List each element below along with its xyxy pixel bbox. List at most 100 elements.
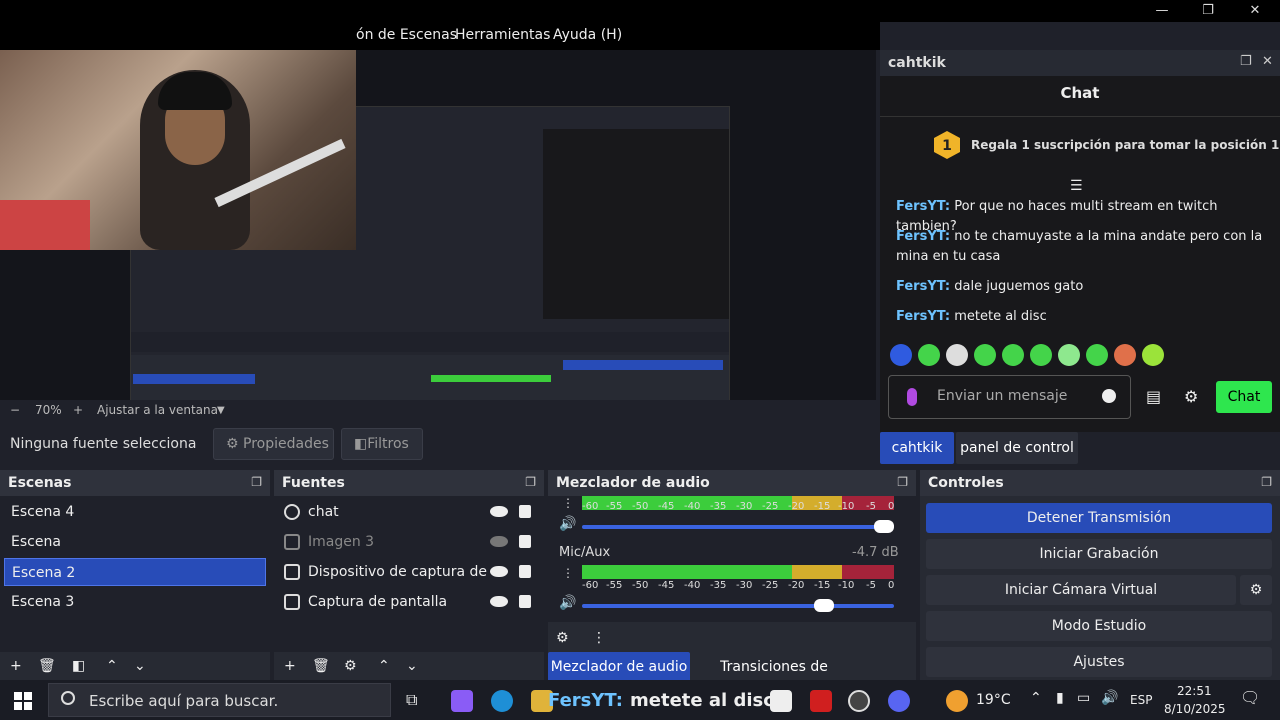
chat-username[interactable]: FersYT: bbox=[896, 229, 950, 244]
add-icon[interactable]: + bbox=[10, 658, 22, 674]
eye-hidden-icon[interactable] bbox=[490, 536, 508, 547]
menu-help[interactable]: Ayuda (H) bbox=[553, 27, 622, 43]
tab-cahtkik[interactable]: cahtkik bbox=[880, 432, 954, 464]
emote-icon[interactable] bbox=[1058, 344, 1080, 366]
lock-icon[interactable] bbox=[519, 565, 531, 578]
chat-username[interactable]: FersYT: bbox=[896, 309, 950, 324]
stop-streaming-button[interactable]: Detener Transmisión bbox=[926, 503, 1272, 533]
tab-audio-mixer[interactable]: Mezclador de audio bbox=[548, 652, 690, 682]
taskbar-search[interactable] bbox=[48, 683, 391, 717]
emote-icon[interactable] bbox=[1142, 344, 1164, 366]
chevron-down-icon[interactable]: ▼ bbox=[217, 405, 225, 416]
close-icon[interactable]: ✕ bbox=[1240, 2, 1270, 20]
scene-item[interactable]: Escena 3 bbox=[4, 588, 266, 616]
network-icon[interactable]: ▭ bbox=[1077, 690, 1090, 706]
obs-icon[interactable] bbox=[848, 690, 870, 712]
lock-icon[interactable] bbox=[519, 595, 531, 608]
volume-icon[interactable]: 🔊 bbox=[1101, 690, 1118, 706]
speaker-icon[interactable]: 🔊 bbox=[559, 516, 576, 532]
source-item[interactable]: Captura de pantalla bbox=[284, 588, 539, 616]
emoji-icon[interactable] bbox=[1102, 389, 1116, 403]
virtual-camera-settings-button[interactable]: ⚙ bbox=[1240, 575, 1272, 605]
chat-username[interactable]: FersYT: bbox=[896, 199, 950, 214]
clock-time[interactable]: 22:51 bbox=[1177, 684, 1212, 698]
netflix-icon[interactable] bbox=[810, 690, 832, 712]
eye-icon[interactable] bbox=[490, 596, 508, 607]
task-view-icon[interactable]: ⧉ bbox=[406, 690, 428, 712]
zoom-out-icon[interactable]: − bbox=[10, 403, 20, 417]
menu-scene-collection[interactable]: ón de Escenas bbox=[356, 27, 457, 43]
undock-icon[interactable]: ❐ bbox=[1261, 475, 1272, 489]
more-icon[interactable]: ⋮ bbox=[562, 496, 574, 510]
add-icon[interactable]: + bbox=[284, 658, 296, 674]
discord-icon[interactable] bbox=[888, 690, 910, 712]
chevron-up-icon[interactable]: ⌃ bbox=[378, 658, 390, 674]
eye-icon[interactable] bbox=[490, 506, 508, 517]
chat-send-button[interactable]: Chat bbox=[1216, 381, 1272, 413]
language-indicator[interactable]: ESP bbox=[1130, 693, 1152, 707]
emote-icon[interactable] bbox=[1086, 344, 1108, 366]
edge-icon[interactable] bbox=[491, 690, 513, 712]
gear-icon[interactable]: ⚙ bbox=[344, 658, 357, 674]
chevron-down-icon[interactable]: ⌄ bbox=[134, 658, 146, 674]
source-item[interactable]: Dispositivo de captura de video bbox=[284, 558, 539, 586]
volume-slider[interactable] bbox=[582, 599, 894, 612]
undock-icon[interactable]: ❐ bbox=[525, 475, 536, 489]
maximize-icon[interactable]: ❐ bbox=[1193, 2, 1223, 20]
windows-start-icon[interactable] bbox=[14, 692, 32, 710]
close-icon[interactable]: ✕ bbox=[1262, 54, 1273, 69]
undock-icon[interactable]: ❐ bbox=[1240, 54, 1252, 69]
scene-item-selected[interactable]: Escena 2 bbox=[4, 558, 266, 586]
emote-icon[interactable] bbox=[890, 344, 912, 366]
speaker-icon[interactable]: 🔊 bbox=[559, 595, 576, 611]
zoom-fit-select[interactable]: Ajustar a la ventana bbox=[97, 403, 218, 417]
chat-input-box[interactable] bbox=[888, 375, 1131, 419]
start-recording-button[interactable]: Iniciar Grabación bbox=[926, 539, 1272, 569]
more-icon[interactable]: ⋮ bbox=[562, 566, 574, 580]
emote-icon[interactable] bbox=[946, 344, 968, 366]
studio-mode-button[interactable]: Modo Estudio bbox=[926, 611, 1272, 641]
chat-username[interactable]: FersYT: bbox=[896, 279, 950, 294]
more-icon[interactable]: ⋮ bbox=[592, 630, 606, 646]
lock-icon[interactable] bbox=[519, 505, 531, 518]
start-virtual-camera-button[interactable]: Iniciar Cámara Virtual bbox=[926, 575, 1236, 605]
scene-item[interactable]: Escena 4 bbox=[4, 498, 266, 526]
capcut-icon[interactable] bbox=[770, 690, 792, 712]
emote-icon[interactable] bbox=[1002, 344, 1024, 366]
emote-icon[interactable] bbox=[974, 344, 996, 366]
lock-icon[interactable] bbox=[519, 535, 531, 548]
scene-item[interactable]: Escena bbox=[4, 528, 266, 556]
emote-icon[interactable] bbox=[1114, 344, 1136, 366]
preview-area[interactable] bbox=[0, 50, 876, 446]
weather-icon[interactable] bbox=[946, 690, 968, 712]
properties-button[interactable]: ⚙ Propiedades bbox=[213, 428, 334, 460]
expand-pinned-icon[interactable]: ☰ bbox=[1070, 178, 1083, 194]
gear-icon[interactable]: ⚙ bbox=[1184, 387, 1198, 406]
zoom-in-icon[interactable]: + bbox=[73, 403, 83, 417]
undock-icon[interactable]: ❐ bbox=[897, 475, 908, 489]
filter-icon[interactable]: ◧ bbox=[72, 658, 85, 674]
chevron-up-icon[interactable]: ⌃ bbox=[106, 658, 118, 674]
volume-slider[interactable] bbox=[582, 520, 894, 533]
notification-icon[interactable]: 🗨 bbox=[1240, 688, 1260, 707]
clock-date[interactable]: 8/10/2025 bbox=[1164, 702, 1226, 716]
taskbar-search-input[interactable] bbox=[89, 692, 379, 710]
microphone-icon[interactable] bbox=[907, 388, 917, 406]
eye-icon[interactable] bbox=[490, 566, 508, 577]
settings-button[interactable]: Ajustes bbox=[926, 647, 1272, 677]
chat-message-input[interactable] bbox=[937, 388, 1097, 404]
source-item[interactable]: chat bbox=[284, 498, 539, 526]
tab-panel-de-control[interactable]: panel de control bbox=[956, 432, 1078, 464]
trash-icon[interactable]: 🗑 bbox=[312, 658, 330, 674]
menu-tools[interactable]: Herramientas bbox=[455, 27, 550, 43]
minimize-icon[interactable]: — bbox=[1147, 2, 1177, 20]
gear-icon[interactable]: ⚙ bbox=[556, 630, 569, 646]
tab-scene-transitions[interactable]: Transiciones de escena bbox=[694, 652, 854, 705]
store-icon[interactable]: ▤ bbox=[1146, 387, 1161, 406]
filters-button[interactable]: ◧Filtros bbox=[341, 428, 423, 460]
tray-chevron-up-icon[interactable]: ⌃ bbox=[1030, 690, 1042, 706]
copilot-icon[interactable] bbox=[451, 690, 473, 712]
chevron-down-icon[interactable]: ⌄ bbox=[406, 658, 418, 674]
emote-icon[interactable] bbox=[1030, 344, 1052, 366]
emote-icon[interactable] bbox=[918, 344, 940, 366]
